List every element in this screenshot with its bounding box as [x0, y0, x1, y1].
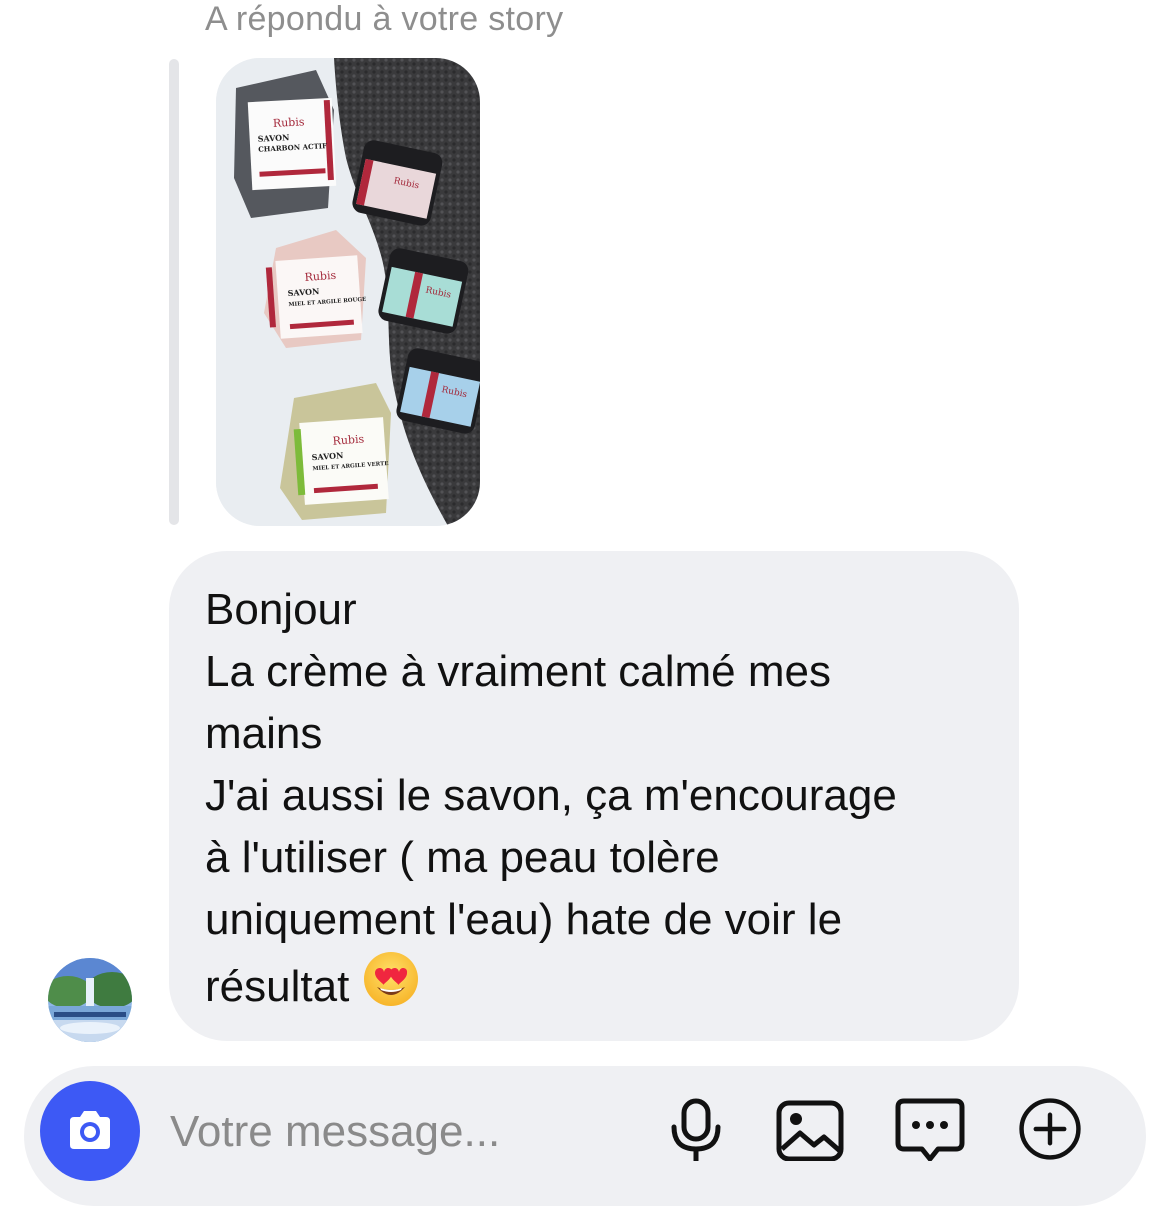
camera-icon: [70, 1111, 110, 1149]
message-line: La crème à vraiment calmé mes: [205, 647, 831, 696]
story-thumbnail[interactable]: Rubis SAVON CHARBON ACTIF Rubis SAVON MI…: [216, 58, 480, 526]
story-reply-header: A répondu à votre story: [205, 0, 564, 38]
message-line: Bonjour: [205, 585, 357, 634]
reply-quote-bar: [169, 59, 179, 525]
landscape-avatar-icon: [48, 958, 132, 1042]
gallery-icon[interactable]: [776, 1097, 844, 1161]
heart-eyes-emoji-icon: [363, 951, 419, 1024]
svg-text:Rubis: Rubis: [304, 269, 337, 284]
message-line: uniquement l'eau) hate de voir le: [205, 895, 843, 944]
microphone-icon[interactable]: [664, 1097, 728, 1161]
plus-circle-icon[interactable]: [1014, 1097, 1086, 1161]
message-line-last: résultat: [205, 951, 983, 1024]
svg-text:SAVON: SAVON: [257, 132, 289, 144]
sticker-chat-icon[interactable]: [894, 1097, 966, 1161]
message-line: J'ai aussi le savon, ça m'encourage: [205, 771, 897, 820]
message-line-text: résultat: [205, 962, 350, 1011]
red-clay-soap-bar: Rubis SAVON MIEL ET ARGILE ROUGE: [264, 230, 366, 348]
product-photo: Rubis SAVON CHARBON ACTIF Rubis SAVON MI…: [216, 58, 480, 526]
charcoal-soap-bar: Rubis SAVON CHARBON ACTIF: [234, 70, 337, 218]
green-clay-soap-bar: Rubis SAVON MIEL ET ARGILE VERTE: [280, 383, 391, 520]
svg-text:Rubis: Rubis: [273, 115, 306, 130]
message-input[interactable]: [170, 1104, 630, 1160]
message-line: à l'utiliser ( ma peau tolère: [205, 833, 720, 882]
sender-avatar[interactable]: [48, 958, 132, 1042]
message-bubble[interactable]: Bonjour La crème à vraiment calmé mes ma…: [169, 551, 1019, 1041]
camera-button[interactable]: [40, 1081, 140, 1181]
message-line: mains: [205, 709, 323, 758]
svg-text:Rubis: Rubis: [332, 433, 365, 448]
